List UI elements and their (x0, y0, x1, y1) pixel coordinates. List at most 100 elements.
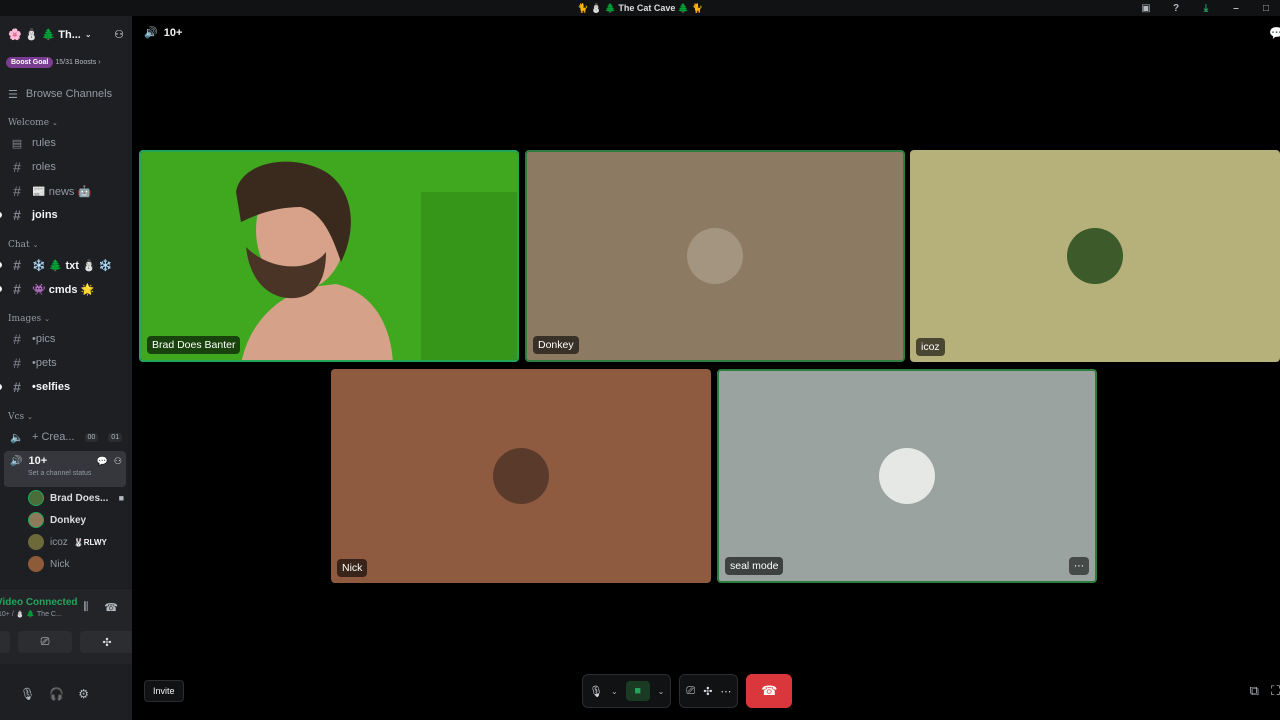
participant-name: seal mode (725, 557, 784, 575)
create-vc-channel[interactable]: 🔈 + Crea... 00 01 (0, 425, 132, 449)
voice-channel-active[interactable]: 🔊 10+ Set a channel status 💬 ⚇ (4, 451, 126, 487)
settings-gear-icon[interactable]: ⚙ (78, 687, 89, 701)
channel-label: ❄️ 🌲 txt ⛄ ❄️ (32, 259, 113, 272)
channel-item[interactable]: # •selfies (0, 375, 132, 399)
channel-item[interactable]: ▤ rules (0, 131, 132, 155)
participant-tile[interactable]: seal mode ⋯ (717, 369, 1097, 583)
voice-members: Brad Does... ■ Donkey icoz 🐰RLWY Nick (0, 487, 132, 575)
hash-icon: # (13, 207, 21, 223)
help-icon[interactable]: ? (1170, 2, 1182, 14)
hash-icon: # (13, 159, 21, 175)
channel-item[interactable]: # ❄️ 🌲 txt ⛄ ❄️ (0, 253, 132, 277)
hash-icon: # (13, 355, 21, 371)
channel-categories: Welcome ⌄ ▤ rules # roles # 📰 news 🤖 # joins Chat ⌄… (0, 115, 132, 399)
category-header[interactable]: Images ⌄ (0, 311, 132, 327)
maximize-icon[interactable]: □ (1260, 2, 1272, 14)
server-header[interactable]: 🌸 ⛄ 🌲 Th... ⌄ ⚇ (0, 16, 132, 52)
chevron-down-icon: ⌄ (44, 315, 51, 323)
member-name: Nick (50, 558, 70, 570)
boost-goal[interactable]: Boost Goal 15/31 Boosts › (0, 55, 132, 69)
camera-icon[interactable]: ■ (625, 681, 650, 701)
voice-member[interactable]: icoz 🐰RLWY (0, 531, 132, 553)
microphone-icon[interactable]: 🎙 (20, 687, 35, 701)
chevron-down-icon[interactable]: ⌄ (658, 687, 665, 696)
voice-channel-name: 10+ (28, 455, 48, 467)
invite-button[interactable]: Invite (144, 680, 184, 702)
browse-channels[interactable]: ☰ Browse Channels (0, 83, 132, 105)
channel-item[interactable]: # •pics (0, 327, 132, 351)
share-group: ⎚ ✣ ⋯ (679, 674, 739, 708)
participant-name: icoz (916, 338, 945, 356)
chevron-down-icon: ⌄ (52, 119, 58, 127)
chat-bubble-icon[interactable]: 💬 (97, 456, 108, 467)
screen-share-icon[interactable]: ⎚ (686, 685, 695, 698)
member-tag: 🐰RLWY (73, 537, 107, 547)
stage-channel-name: 10+ (163, 26, 183, 39)
stage-header: 🔊 10+ (144, 26, 183, 40)
hash-icon: # (13, 281, 21, 297)
avatar (28, 490, 44, 506)
inbox-icon[interactable]: ▣ (1140, 2, 1152, 14)
download-icon[interactable]: ⤓ (1200, 2, 1212, 14)
channel-item[interactable]: # •pets (0, 351, 132, 375)
noise-suppression-icon[interactable]: ⫼ (83, 601, 88, 614)
activities-icon[interactable]: ✣ (703, 685, 712, 698)
open-chat-icon[interactable]: 💬 (1269, 26, 1280, 40)
boost-goal-pill: Boost Goal (6, 56, 54, 68)
voice-member[interactable]: Nick (0, 553, 132, 575)
channel-item[interactable]: # joins (0, 203, 132, 227)
leave-call-button[interactable]: ☎ (746, 674, 793, 708)
channel-status[interactable]: Set a channel status (28, 470, 122, 477)
participant-avatar (493, 448, 549, 504)
video-tile[interactable]: Brad Does Banter (139, 150, 519, 362)
channel-item[interactable]: # 📰 news 🤖 (0, 179, 132, 203)
category-header[interactable]: Vcs ⌄ (0, 409, 132, 425)
participant-tile[interactable]: icoz (910, 150, 1280, 362)
member-name: Donkey (50, 514, 87, 526)
titlebar-icons: ▣ ? ⤓ – □ (1140, 0, 1272, 16)
headphones-icon[interactable]: 🎧 (49, 687, 64, 701)
member-name: Brad Does... (50, 492, 109, 504)
more-options-icon[interactable]: ⋯ (720, 685, 731, 698)
disconnect-icon[interactable]: ☎ (104, 601, 118, 614)
call-controls: 🎙 ⌄ ■ ⌄ ⎚ ✣ ⋯ ☎ (582, 674, 793, 708)
rules-icon: ▤ (11, 137, 23, 150)
invite-user-icon[interactable]: ⚇ (114, 456, 122, 467)
activities-icon: ✣ (102, 636, 112, 649)
avatar (28, 556, 44, 572)
voice-member[interactable]: Donkey (0, 509, 132, 531)
channel-label: 👾 cmds 🌟 (32, 283, 95, 296)
participant-name: Brad Does Banter (147, 336, 241, 354)
hash-icon: # (13, 331, 21, 347)
hash-icon: # (13, 257, 21, 273)
channel-item[interactable]: # roles (0, 155, 132, 179)
camera-button[interactable] (0, 631, 10, 653)
channel-item[interactable]: # 👾 cmds 🌟 (0, 277, 132, 301)
chevron-down-icon: ⌄ (84, 29, 92, 39)
popout-icon[interactable]: ⧉ (1250, 683, 1259, 699)
webcam-video (141, 152, 517, 360)
chevron-down-icon[interactable]: ⌄ (611, 687, 618, 696)
avatar (28, 534, 44, 550)
minimize-icon[interactable]: – (1230, 2, 1242, 14)
category-header[interactable]: Welcome ⌄ (0, 115, 132, 131)
more-options-button[interactable]: ⋯ (1069, 557, 1089, 575)
participant-tile[interactable]: Nick (331, 369, 711, 583)
member-name: icoz (50, 536, 68, 548)
hang-up-icon: ☎ (761, 683, 778, 698)
screen-share-button[interactable]: ⎚ (18, 631, 72, 653)
channel-label: 📰 news 🤖 (32, 185, 92, 198)
channel-label: •pets (32, 357, 57, 369)
microphone-icon[interactable]: 🎙 (589, 685, 603, 698)
add-member-icon[interactable]: ⚇ (114, 28, 124, 41)
participant-tile[interactable]: Donkey (525, 150, 905, 362)
voice-member[interactable]: Brad Does... ■ (0, 487, 132, 509)
category-header[interactable]: Chat ⌄ (0, 237, 132, 253)
activities-button[interactable]: ✣ (80, 631, 134, 653)
create-vc-label: + Crea... (32, 431, 75, 443)
browse-icon: ☰ (8, 88, 18, 101)
participant-name: Nick (337, 559, 368, 577)
hash-icon: # (13, 183, 21, 199)
fullscreen-icon[interactable]: ⛶ (1271, 683, 1280, 699)
participant-name: Donkey (533, 336, 579, 354)
